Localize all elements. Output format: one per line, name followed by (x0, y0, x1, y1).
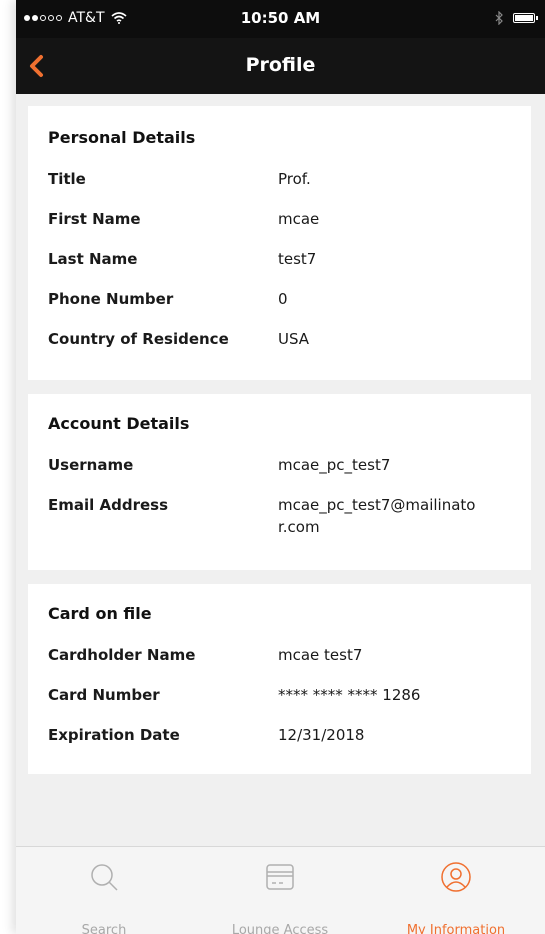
personal-details-heading: Personal Details (48, 128, 196, 147)
phone-number-label: Phone Number (48, 290, 174, 308)
last-name-value: test7 (278, 250, 317, 268)
username-value: mcae_pc_test7 (278, 456, 391, 474)
status-right (495, 11, 538, 25)
tab-my-information-label: My Information (406, 923, 506, 934)
cardholder-name-value: mcae test7 (278, 646, 363, 664)
card-icon (266, 864, 294, 890)
user-icon (441, 862, 471, 892)
card-number-label: Card Number (48, 686, 160, 704)
first-name-label: First Name (48, 210, 141, 228)
bluetooth-icon (495, 11, 503, 25)
tab-search-label: Search (81, 923, 127, 934)
phone-number-value: 0 (278, 290, 288, 308)
search-icon (91, 864, 118, 891)
first-name-value: mcae (278, 210, 320, 228)
personal-details-card: Personal Details Title Prof. First Name … (28, 106, 531, 380)
tab-my-information[interactable]: My Information (368, 847, 544, 934)
expiration-date-label: Expiration Date (48, 726, 180, 744)
tab-lounge-access[interactable]: Lounge Access (192, 847, 368, 934)
card-on-file-heading: Card on file (48, 604, 152, 623)
status-bar: AT&T 10:50 AM (16, 0, 545, 38)
tab-search[interactable]: Search (16, 847, 192, 934)
battery-icon (513, 13, 538, 23)
tab-bar: Search Lounge Access My Information (16, 846, 545, 934)
status-time: 10:50 AM (240, 9, 321, 27)
tab-lounge-access-label: Lounge Access (231, 923, 329, 934)
country-label: Country of Residence (48, 330, 229, 348)
account-details-card: Account Details Username mcae_pc_test7 E… (28, 394, 531, 570)
app-frame: AT&T 10:50 AM Profile Personal Details T… (16, 0, 545, 934)
card-number-value: **** **** **** 1286 (278, 686, 421, 704)
card-on-file-card: Card on file Cardholder Name mcae test7 … (28, 584, 531, 774)
cardholder-name-label: Cardholder Name (48, 646, 196, 664)
username-label: Username (48, 456, 134, 474)
last-name-label: Last Name (48, 250, 138, 268)
title-value: Prof. (278, 170, 311, 188)
country-value: USA (278, 330, 310, 348)
title-label: Title (48, 170, 86, 188)
account-details-heading: Account Details (48, 414, 190, 433)
email-label: Email Address (48, 496, 169, 514)
expiration-date-value: 12/31/2018 (278, 726, 365, 744)
page-title: Profile (245, 54, 316, 76)
email-value: mcae_pc_test7@mailinator.com (278, 496, 476, 536)
nav-bar: Profile (16, 38, 545, 94)
